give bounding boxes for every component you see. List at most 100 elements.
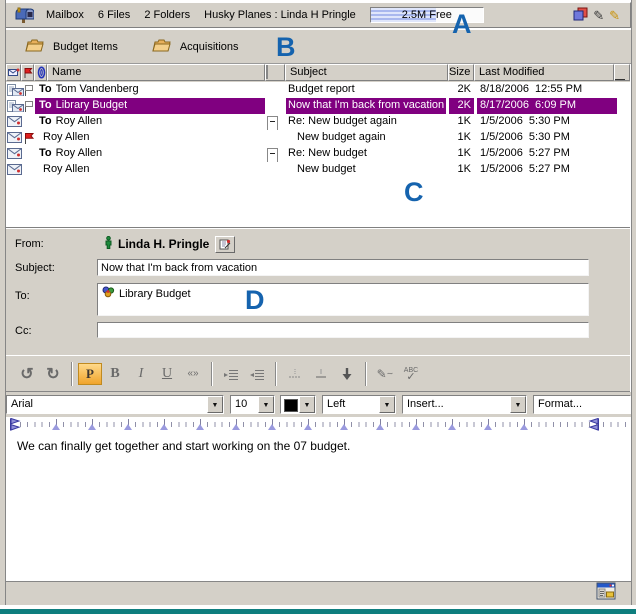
ruler[interactable] xyxy=(6,417,630,433)
insert-menu[interactable]: Insert... ▼ xyxy=(402,395,527,414)
alignment-select[interactable]: Left ▼ xyxy=(322,395,396,414)
message-size: 2K xyxy=(449,98,474,114)
tab-stop-marker[interactable] xyxy=(448,424,456,430)
sort-menu-button[interactable] xyxy=(614,64,630,81)
message-sender-cell: Roy Allen xyxy=(35,162,265,178)
tab-stop-marker[interactable] xyxy=(160,424,168,430)
to-field[interactable]: Library Budget xyxy=(97,283,589,316)
column-header-size[interactable]: Size xyxy=(448,64,474,81)
dropdown-arrow-icon[interactable]: ▼ xyxy=(258,396,274,413)
message-size: 1K xyxy=(449,162,474,178)
tab-stop-marker[interactable] xyxy=(52,424,60,430)
undo-button[interactable]: ↺ xyxy=(14,362,40,386)
tab-budget-items[interactable]: Budget Items xyxy=(25,38,118,55)
dropdown-arrow-icon[interactable]: ▼ xyxy=(207,396,223,413)
copy-message-icon[interactable] xyxy=(573,7,588,24)
message-row[interactable]: ToTom Vandenberg Budget report 2K 8/18/2… xyxy=(6,82,630,98)
address-book-button[interactable] xyxy=(215,236,235,253)
message-list: ToTom Vandenberg Budget report 2K 8/18/2… xyxy=(6,82,630,227)
check-icon: ✓ xyxy=(406,374,415,380)
toolbar-separator xyxy=(365,362,367,386)
italic-button[interactable]: I xyxy=(128,362,154,386)
tab-stop-marker[interactable] xyxy=(412,424,420,430)
cc-input[interactable] xyxy=(97,322,589,338)
signature-edit-icon[interactable]: ✎∼ xyxy=(372,362,398,386)
mail-status-icon xyxy=(7,116,24,128)
annotation-letter-d: D xyxy=(245,287,265,313)
tab-stop-marker[interactable] xyxy=(268,424,276,430)
message-body-area[interactable]: We can finally get together and start wo… xyxy=(6,432,630,581)
column-header-attachment-icon[interactable] xyxy=(34,64,47,81)
font-size-select[interactable]: 10 ▼ xyxy=(230,395,275,414)
indent-left-button[interactable] xyxy=(244,362,270,386)
signature-pencil-icon[interactable]: ✎ xyxy=(609,9,620,22)
insert-arrow-button[interactable] xyxy=(334,362,360,386)
tab-stop-marker[interactable] xyxy=(196,424,204,430)
mailbox-icon xyxy=(14,7,34,24)
sender-name: Roy Allen xyxy=(56,114,102,130)
alignment-value: Left xyxy=(327,398,345,410)
tab-stop-marker[interactable] xyxy=(520,424,528,430)
tab-stop-marker[interactable] xyxy=(304,424,312,430)
message-row[interactable]: Roy Allen New budget 1K 1/5/2006 5:27 PM xyxy=(6,162,630,178)
flag-icon xyxy=(24,116,35,129)
column-header-flag-icon[interactable] xyxy=(21,64,34,81)
recipient-name: Library Budget xyxy=(119,288,191,300)
spell-check-button[interactable]: ABC ✓ xyxy=(398,362,424,386)
sender-name: Roy Allen xyxy=(43,130,89,146)
font-family-select[interactable]: Arial ▼ xyxy=(6,395,224,414)
tab-stop-marker[interactable] xyxy=(232,424,240,430)
horizontal-rule-button[interactable] xyxy=(308,362,334,386)
annotation-letter-a: A xyxy=(452,11,472,37)
tab-acquisitions[interactable]: Acquisitions xyxy=(152,38,239,55)
tab-stop-marker[interactable] xyxy=(124,424,132,430)
collapse-thread-button[interactable] xyxy=(267,146,281,162)
to-prefix: To xyxy=(39,115,52,127)
window-layout-icon[interactable] xyxy=(596,582,617,604)
dropdown-arrow-icon[interactable]: ▼ xyxy=(510,396,526,413)
recipient-chip[interactable]: Library Budget xyxy=(98,284,588,301)
window-border-right xyxy=(631,0,636,605)
column-header-status-icon[interactable] xyxy=(6,64,21,81)
sender-name: Roy Allen xyxy=(43,162,89,178)
message-row[interactable]: ToLibrary Budget Now that I'm back from … xyxy=(6,98,630,114)
dotted-rule-button[interactable] xyxy=(282,362,308,386)
quote-button[interactable]: «» xyxy=(180,362,206,386)
column-header-last-modified[interactable]: Last Modified xyxy=(474,64,614,81)
message-subject: Now that I'm back from vacation xyxy=(286,98,446,114)
bold-button[interactable]: B xyxy=(102,362,128,386)
tab-stop-marker[interactable] xyxy=(376,424,384,430)
folders-count: 2 Folders xyxy=(144,9,190,21)
format-menu[interactable]: Format... xyxy=(533,395,631,414)
indent-right-button[interactable] xyxy=(218,362,244,386)
collapse-all-threads-button[interactable] xyxy=(265,64,285,81)
from-value: Linda H. Pringle xyxy=(118,237,209,251)
subject-input[interactable] xyxy=(97,259,589,276)
tab-stop-marker[interactable] xyxy=(88,424,96,430)
message-subject: New budget xyxy=(286,162,446,178)
collapse-thread-button[interactable] xyxy=(267,114,281,130)
formatting-toolbar: ↺ ↻ P B I U «» ✎∼ ABC ✓ xyxy=(6,355,630,392)
text-color-select[interactable]: ▼ xyxy=(280,395,316,414)
underline-button[interactable]: U xyxy=(154,362,180,386)
message-row[interactable]: ToRoy Allen Re: New budget again 1K 1/5/… xyxy=(6,114,630,130)
folder-icon xyxy=(152,38,171,55)
message-subject: Re: New budget again xyxy=(286,114,446,130)
column-header-name[interactable]: Name xyxy=(47,64,265,81)
tab-stop-marker[interactable] xyxy=(340,424,348,430)
message-row[interactable]: ToRoy Allen Re: New budget 1K 1/5/2006 5… xyxy=(6,146,630,162)
edit-pencil-icon[interactable]: ✎ xyxy=(593,9,604,22)
subject-label: Subject: xyxy=(15,262,55,274)
mail-status-icon xyxy=(7,164,24,176)
message-date: 1/5/2006 5:30 PM xyxy=(477,114,617,130)
font-family-value: Arial xyxy=(11,398,33,410)
dropdown-arrow-icon[interactable]: ▼ xyxy=(299,396,315,413)
message-header-panel: From: Linda H. Pringle Subject: To: xyxy=(6,227,630,356)
toolbar-separator xyxy=(71,362,73,386)
column-header-subject[interactable]: Subject xyxy=(285,64,448,81)
tab-stop-marker[interactable] xyxy=(484,424,492,430)
message-row[interactable]: Roy Allen New budget again 1K 1/5/2006 5… xyxy=(6,130,630,146)
redo-button[interactable]: ↻ xyxy=(40,362,66,386)
paragraph-style-button[interactable]: P xyxy=(78,363,102,385)
dropdown-arrow-icon[interactable]: ▼ xyxy=(379,396,395,413)
